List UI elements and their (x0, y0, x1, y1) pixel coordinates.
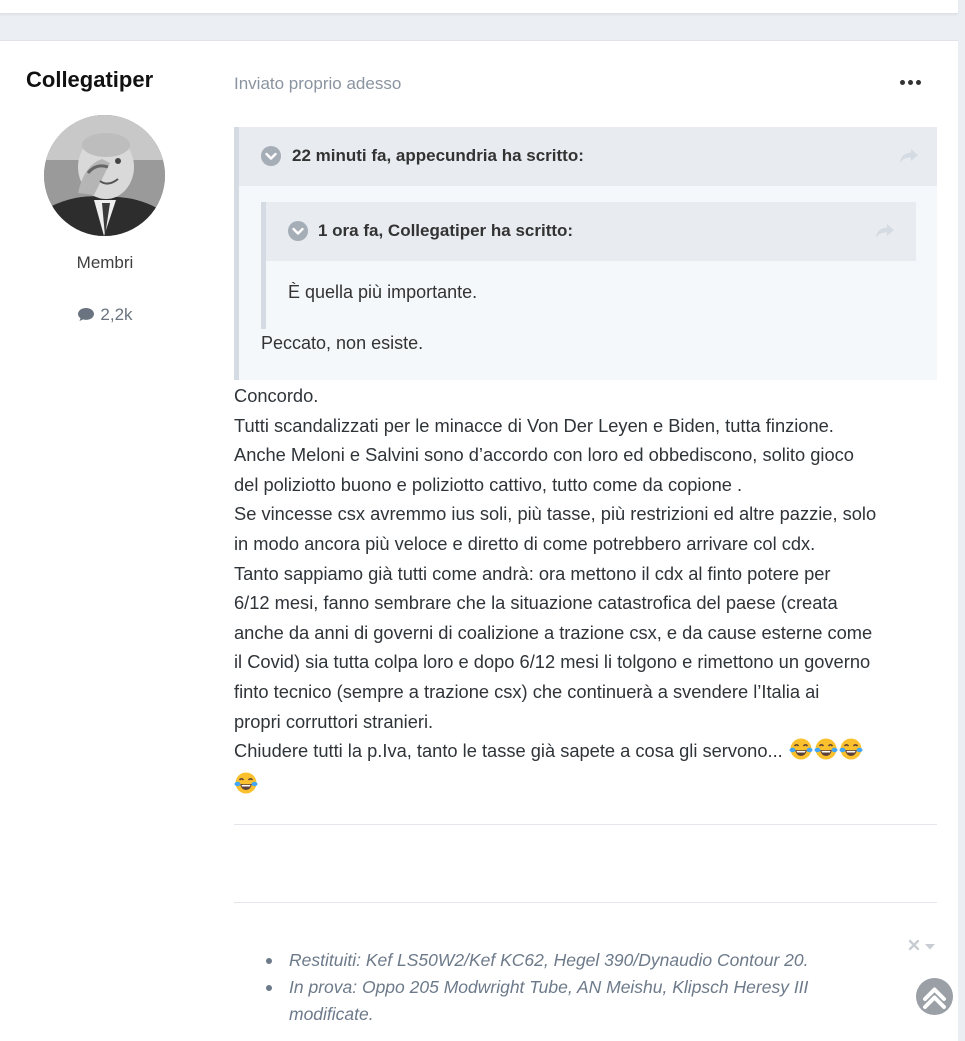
post-count-value: 2,2k (100, 305, 133, 324)
quote-header[interactable]: 22 minuti fa, appecundria ha scritto: (239, 127, 937, 186)
author-post-count: 2,2k (0, 305, 210, 327)
scroll-to-top-button[interactable] (916, 978, 953, 1015)
more-options-button[interactable] (896, 71, 924, 93)
quote-citation[interactable]: 22 minuti fa, appecundria ha scritto: (292, 146, 584, 166)
author-group: Membri (76, 253, 134, 272)
ellipsis-icon (899, 79, 905, 85)
content-line-last: Chiudere tutti la p.Iva, tanto le tasse … (234, 736, 946, 770)
share-arrow-icon[interactable] (875, 223, 895, 244)
ellipsis-dot (907, 79, 913, 85)
content-line: il Covid) sia tutta colpa loro e dopo 6/… (234, 651, 871, 673)
chevron-down-circle-icon[interactable] (261, 146, 281, 171)
content-line: 6/12 mesi, fanno sembrare che la situazi… (234, 592, 838, 614)
tears-of-joy-emoji (839, 737, 863, 770)
content-line: Anche Meloni e Salvini sono d’accordo co… (234, 444, 854, 466)
post-content: Concordo. Tutti scandalizzati per le min… (234, 381, 946, 803)
content-line: Concordo. (234, 385, 319, 406)
chevron-down-icon[interactable] (924, 936, 936, 955)
signature-item-text: In prova: Oppo 205 Modwright Tube, AN Me… (289, 977, 809, 997)
speech-bubble-icon (77, 307, 95, 327)
chevron-down-circle-icon[interactable] (288, 221, 308, 246)
quote-text: Peccato, non esiste. (261, 333, 424, 353)
previous-post-card (0, 0, 958, 14)
signature-item: In prova: Oppo 205 Modwright Tube, AN Me… (262, 974, 862, 1028)
divider (234, 824, 937, 825)
close-icon[interactable] (908, 936, 920, 955)
post-card: Collegatiper Membri 2,2k Inviato proprio… (0, 40, 958, 1041)
signature-item-text: modificate. (289, 1004, 374, 1024)
nested-quote-header[interactable]: 1 ora fa, Collegatiper ha scritto: (266, 202, 916, 261)
chevron-up-icon (923, 987, 946, 1009)
post-date[interactable]: Inviato proprio adesso (234, 74, 401, 94)
content-line-emoji (234, 770, 946, 804)
content-line: Se vincesse csx avremmo ius soli, più ta… (234, 503, 877, 525)
divider (234, 902, 937, 903)
content-line: Tutti scandalizzati per le minacce di Vo… (234, 414, 834, 436)
signature: Restituiti: Kef LS50W2/Kef KC62, Hegel 3… (262, 947, 862, 1028)
ellipsis-dot (915, 79, 921, 85)
tears-of-joy-emoji (234, 771, 258, 804)
author-name[interactable]: Collegatiper (26, 67, 153, 93)
content-line: del poliziotto buono e poliziotto cattiv… (234, 473, 743, 495)
content-line: Tanto sappiamo già tutti come andrà: ora… (234, 562, 831, 584)
content-line: finto tecnico (sempre a trazione csx) ch… (234, 680, 820, 702)
avatar[interactable] (44, 115, 165, 236)
tears-of-joy-emoji (814, 737, 838, 770)
quote-block: 22 minuti fa, appecundria ha scritto: 1 … (234, 127, 937, 380)
nested-quote-block: 1 ora fa, Collegatiper ha scritto: È que… (261, 202, 916, 329)
nested-quote-text: È quella più importante. (288, 282, 478, 302)
tears-of-joy-emoji (789, 737, 813, 770)
signature-controls[interactable] (908, 936, 936, 955)
nested-quote-citation[interactable]: 1 ora fa, Collegatiper ha scritto: (318, 221, 573, 241)
content-line: anche da anni di governi di coalizione a… (234, 621, 873, 643)
signature-item: Restituiti: Kef LS50W2/Kef KC62, Hegel 3… (262, 947, 862, 974)
last-line-text: Chiudere tutti la p.Iva, tanto le tasse … (234, 740, 783, 762)
share-arrow-icon[interactable] (899, 148, 919, 169)
content-line: propri corruttori stranieri. (234, 710, 434, 732)
content-line: in modo ancora più veloce e diretto di c… (234, 532, 816, 554)
